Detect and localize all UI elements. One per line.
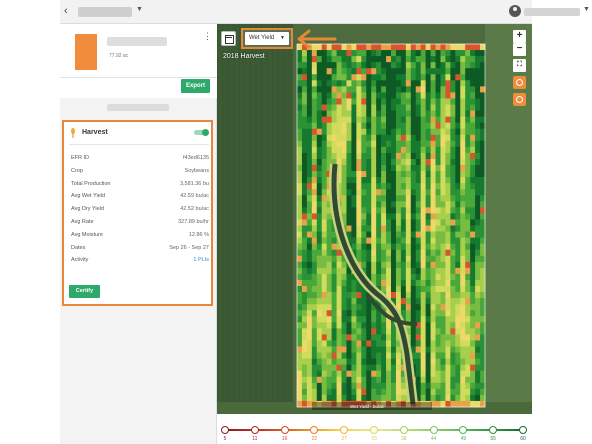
zoom-out-button[interactable]: − xyxy=(513,43,526,56)
scale-tick-label: 49 xyxy=(460,436,467,442)
field-acres: 77.92 ac xyxy=(109,53,129,59)
detail-label: Avg Rate xyxy=(71,219,94,225)
scale-tick-marker xyxy=(280,426,289,434)
harvest-detail-row: Avg Wet Yield 42.59 bu/ac xyxy=(71,193,209,203)
scale-tick-marker xyxy=(250,426,259,434)
app-root: ‹ ▼ ▼ 77.92 ac ⋮ Export Harvest EFR ID f… xyxy=(0,0,592,444)
harvest-layer-toggle[interactable] xyxy=(194,128,209,136)
detail-label: Avg Dry Yield xyxy=(71,206,104,213)
field-thumbnail xyxy=(75,34,97,70)
detail-label: Avg Moisture xyxy=(71,231,103,238)
harvest-title: Harvest xyxy=(82,129,108,136)
detail-value: 42.52 bu/ac xyxy=(180,206,209,213)
map-tool-button-1[interactable] xyxy=(513,76,526,89)
scale-tick-label: 22 xyxy=(311,436,318,442)
divider xyxy=(69,144,209,145)
detail-label: Dates xyxy=(71,244,86,251)
harvest-detail-row: Total Production 3,581.36 bu xyxy=(71,181,209,191)
harvest-card: Harvest EFR ID f43ed6135 Crop Soybeans Total… xyxy=(62,120,213,306)
scale-tick-marker xyxy=(370,426,378,434)
layers-panel-icon[interactable] xyxy=(221,31,236,46)
field-card[interactable]: 77.92 ac ⋮ xyxy=(60,24,217,78)
chevron-down-icon[interactable]: ▼ xyxy=(136,6,143,13)
layer-select-value: Wet Yield xyxy=(249,35,275,41)
annotation-arrow-top xyxy=(297,29,337,49)
export-button[interactable]: Export xyxy=(181,79,210,93)
yield-map-canvas[interactable] xyxy=(217,24,532,414)
target-icon xyxy=(516,79,523,86)
scale-tick-marker xyxy=(221,426,229,434)
scale-tick-label: 44 xyxy=(430,436,437,442)
scale-tick-label: 33 xyxy=(371,436,377,442)
season-heading-blurred xyxy=(107,104,169,111)
detail-value: Soybeans xyxy=(184,167,209,174)
detail-value: 12.86 % xyxy=(188,231,209,238)
scale-tick-label: 38 xyxy=(401,436,407,442)
detail-value: 3,581.36 bu xyxy=(179,180,209,187)
harvest-detail-row: Avg Moisture 12.86 % xyxy=(71,232,209,242)
detail-value: 42.59 bu/ac xyxy=(180,193,209,200)
harvest-detail-row: Avg Dry Yield 42.52 bu/ac xyxy=(71,206,209,216)
harvest-detail-row: Avg Rate 327.89 bu/hr xyxy=(71,219,209,229)
scale-tick-marker xyxy=(429,426,438,434)
certify-button[interactable]: Certify xyxy=(69,285,100,298)
scale-tick-marker xyxy=(399,426,408,434)
yield-scale-legend: 5 11 16 22 27 33 38 44 49 55 60 xyxy=(217,414,532,444)
detail-label: Crop xyxy=(71,167,83,174)
layer-select-highlight: Wet Yield ▼ xyxy=(241,28,293,49)
user-avatar-icon[interactable] xyxy=(509,5,521,17)
top-bar: ‹ ▼ ▼ xyxy=(60,0,590,24)
scale-tick-marker xyxy=(459,426,468,434)
layers-icon xyxy=(516,96,523,103)
scale-tick-marker xyxy=(519,426,527,434)
sidebar: 77.92 ac ⋮ Export Harvest EFR ID f43ed613… xyxy=(60,24,217,444)
map-tool-button-2[interactable] xyxy=(513,93,526,106)
harvest-header: Harvest xyxy=(69,128,209,140)
zoom-in-button[interactable]: + xyxy=(513,30,526,43)
field-name-blurred xyxy=(107,37,167,46)
scale-tick-label: 55 xyxy=(490,436,496,442)
legend-title: Wet Yield - bu/ac xyxy=(350,404,384,409)
fullscreen-icon[interactable]: ⛶ xyxy=(513,59,526,72)
detail-value: f43ed6135 xyxy=(183,155,209,161)
harvest-detail-row: Dates Sep 26 - Sep 27 xyxy=(71,245,209,255)
scale-tick-label: 60 xyxy=(520,436,526,442)
user-name-blurred[interactable] xyxy=(524,8,580,16)
detail-label: Avg Wet Yield xyxy=(71,193,106,200)
scale-tick-label: 5 xyxy=(223,436,227,442)
scale-tick-label: 27 xyxy=(341,436,347,442)
scale-tick-label: 16 xyxy=(281,436,288,442)
map-season-label: 2018 Harvest xyxy=(223,53,265,60)
scale-tick-marker xyxy=(310,426,319,434)
harvest-detail-row: EFR ID f43ed6135 xyxy=(71,155,209,165)
scale-tick-label: 11 xyxy=(252,436,258,442)
yield-map[interactable]: Wet Yield ▼ 2018 Harvest + − ⛶ Wet Yield… xyxy=(217,24,532,414)
activity-link[interactable]: 1 PLIs xyxy=(193,257,209,263)
layer-select[interactable]: Wet Yield ▼ xyxy=(245,32,289,45)
scale-tick-marker xyxy=(340,426,349,434)
harvest-detail-row: Activity 1 PLIs xyxy=(71,257,209,267)
wheat-icon xyxy=(71,128,75,138)
harvest-detail-row: Crop Soybeans xyxy=(71,168,209,178)
detail-label: EFR ID xyxy=(71,155,90,161)
farm-name-blurred[interactable] xyxy=(78,7,132,17)
detail-label: Total Production xyxy=(71,180,111,187)
detail-label: Activity xyxy=(71,257,89,264)
detail-value: Sep 26 - Sep 27 xyxy=(169,244,209,251)
detail-value: 327.89 bu/hr xyxy=(178,219,209,225)
user-menu-chevron-icon[interactable]: ▼ xyxy=(583,6,590,13)
chevron-down-icon: ▼ xyxy=(280,35,285,41)
more-options-icon[interactable]: ⋮ xyxy=(203,31,212,42)
scale-tick-marker xyxy=(489,426,498,434)
chevron-left-icon[interactable]: ‹ xyxy=(64,5,68,17)
